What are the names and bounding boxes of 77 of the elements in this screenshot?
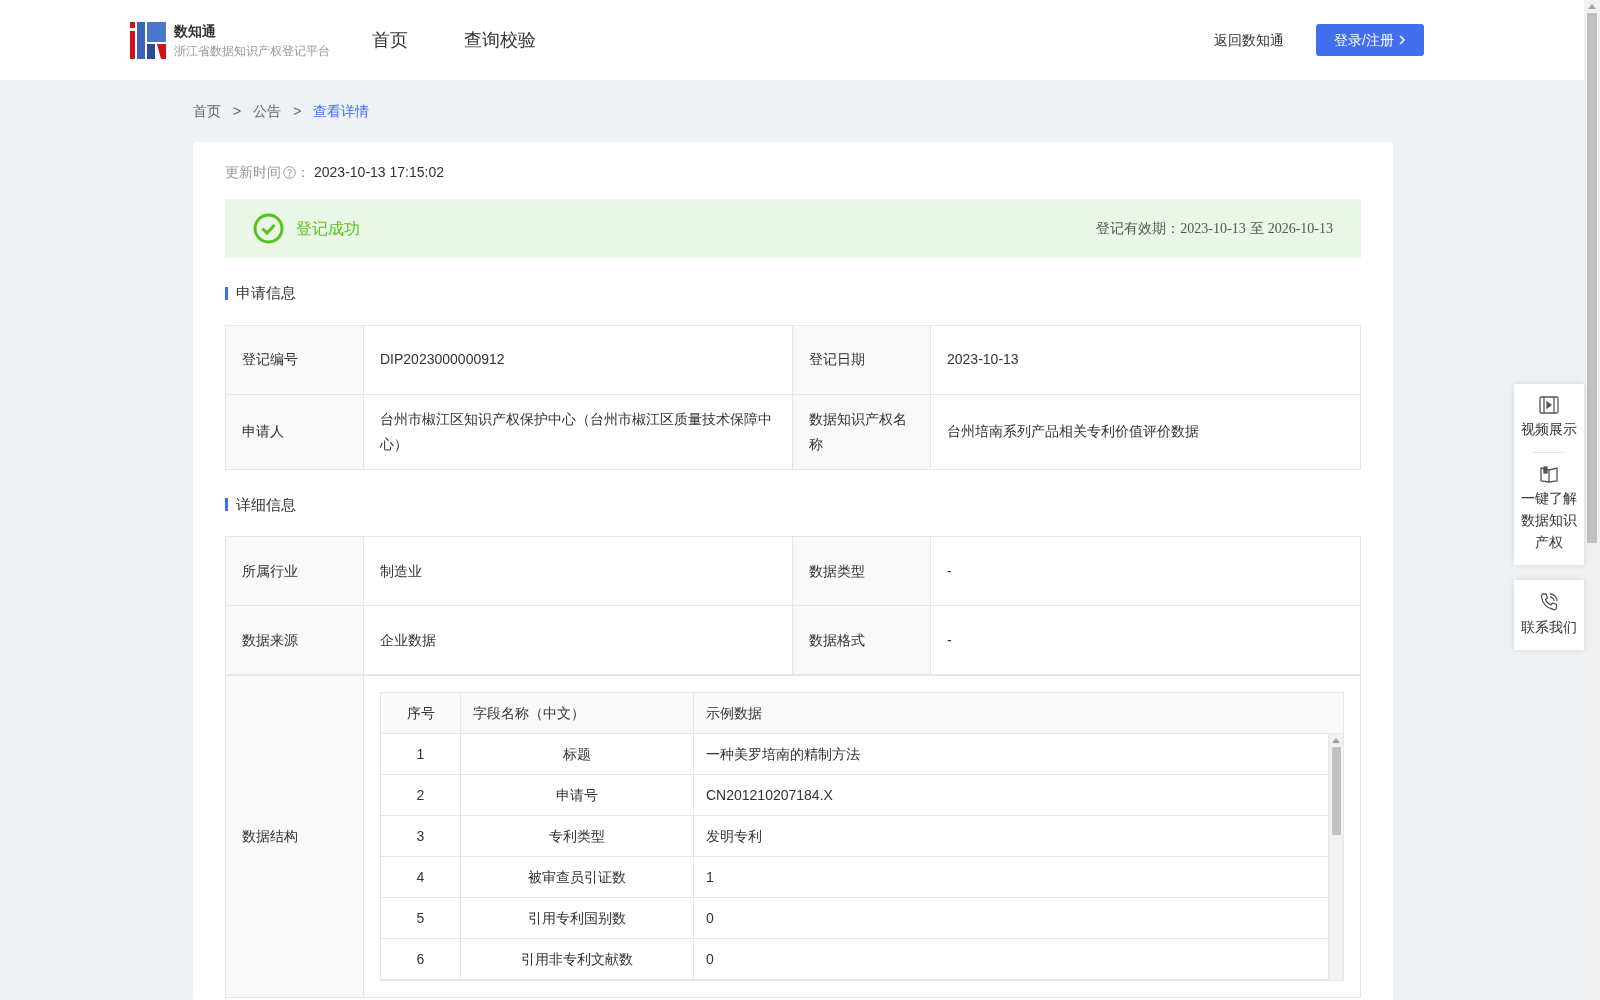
column-header: 字段名称（中文）: [461, 692, 694, 734]
back-link[interactable]: 返回数知通: [1214, 29, 1284, 51]
table-cell-text: 0: [705, 950, 715, 969]
field-label: 登记日期: [809, 350, 865, 369]
breadcrumb-link[interactable]: 查看详情: [313, 100, 370, 122]
column-header: 序号: [381, 692, 461, 734]
side-panel-link[interactable]: 视频展示: [1516, 396, 1582, 440]
table-cell: 被审查员引证数: [461, 857, 694, 897]
status-text: 登记成功: [296, 218, 360, 239]
nav-link[interactable]: 查询校验: [464, 26, 536, 54]
scrollbar-thumb[interactable]: [1587, 13, 1597, 543]
table-cell: 5: [381, 898, 461, 938]
breadcrumb-separator: >: [293, 101, 302, 121]
book-icon: [1539, 465, 1559, 483]
table-cell-text: 1: [705, 868, 715, 887]
column-header: 示例数据: [705, 703, 763, 723]
validity-to: 2026-10-13: [1267, 220, 1333, 238]
scroll-up-icon[interactable]: [1332, 738, 1340, 743]
table-cell: 申请号: [461, 775, 694, 815]
table-cell: 2: [381, 775, 461, 815]
brand-subtitle: 浙江省数据知识产权登记平台: [174, 42, 330, 60]
table-cell-text: 发明专利: [705, 827, 763, 846]
validity-from: 2023-10-13: [1180, 220, 1246, 238]
section-marker: [225, 498, 228, 512]
side-panel-link[interactable]: 一键了解数据知识产权: [1516, 465, 1582, 553]
field-value: 台州市椒江区知识产权保护中心（台州市椒江区质量技术保障中心）: [380, 409, 773, 454]
login-button[interactable]: 登录/注册: [1316, 24, 1424, 56]
table-cell: 引用专利国别数: [461, 898, 694, 938]
table-cell: 1: [381, 734, 461, 774]
section-marker: [225, 286, 228, 300]
field-value: 制造业: [380, 561, 422, 581]
field-value: -: [947, 561, 952, 581]
update-time-label: 更新时间: [225, 163, 281, 182]
brand-name: 数知通: [174, 21, 217, 41]
chevron-right-icon: [1397, 35, 1406, 45]
table-cell: 专利类型: [461, 816, 694, 856]
phone-icon: [1539, 592, 1559, 612]
section-title: 详细信息: [236, 494, 296, 515]
field-label: 数据格式: [809, 630, 865, 650]
field-value: -: [947, 630, 952, 650]
field-label: 申请人: [242, 422, 284, 441]
check-circle-icon: [253, 213, 284, 244]
scroll-up-icon[interactable]: [1588, 4, 1596, 9]
validity-to-word: 至: [1249, 219, 1264, 238]
table-cell-text: 一种美罗培南的精制方法: [705, 745, 861, 764]
film-icon: [1539, 396, 1559, 414]
scrollbar-thumb[interactable]: [1331, 747, 1341, 835]
help-icon: [283, 166, 296, 179]
page-scrollbar[interactable]: [1584, 0, 1600, 1000]
field-label: 数据来源: [242, 630, 298, 650]
table-cell-text: 0: [705, 909, 715, 928]
field-value: 台州培南系列产品相关专利价值评价数据: [947, 422, 1199, 441]
colon: ：: [296, 163, 310, 182]
table-cell: 3: [381, 816, 461, 856]
logo-icon: [130, 21, 166, 59]
field-label: 登记编号: [242, 350, 298, 369]
field-value: DIP2023000000912: [380, 350, 505, 369]
side-panel-link[interactable]: 联系我们: [1516, 592, 1582, 638]
field-label: 数据结构: [242, 827, 298, 846]
table-cell: 6: [381, 939, 461, 979]
table-scrollbar[interactable]: [1328, 734, 1343, 980]
breadcrumb-link[interactable]: 首页: [193, 100, 221, 122]
field-label: 数据类型: [809, 561, 865, 581]
field-value: 企业数据: [380, 630, 436, 650]
field-label: 数据知识产权名称: [809, 409, 908, 454]
field-value: 2023-10-13: [947, 350, 1019, 369]
table-cell-text: CN201210207184.X: [705, 786, 834, 805]
table-cell: 标题: [461, 734, 694, 774]
field-label: 所属行业: [242, 561, 298, 581]
validity-label: 登记有效期：: [1096, 219, 1181, 238]
breadcrumb-separator: >: [233, 101, 242, 121]
section-title: 申请信息: [236, 283, 296, 303]
nav-link[interactable]: 首页: [372, 26, 408, 54]
breadcrumb-link[interactable]: 公告: [253, 100, 282, 122]
update-time-value: 2023-10-13 17:15:02: [314, 163, 444, 182]
table-cell: 4: [381, 857, 461, 897]
table-cell: 引用非专利文献数: [461, 939, 694, 979]
